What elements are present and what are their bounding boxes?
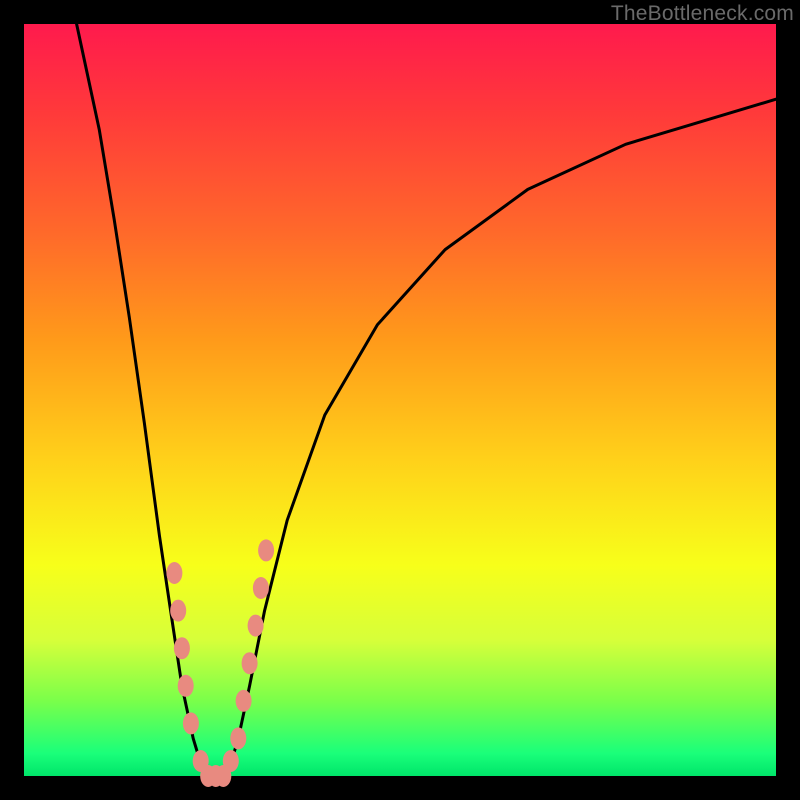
plot-area xyxy=(24,24,776,776)
curve-right-branch xyxy=(227,99,776,776)
chart-svg xyxy=(24,24,776,776)
sample-dot xyxy=(223,750,239,772)
sample-dot xyxy=(253,577,269,599)
sample-dot xyxy=(178,675,194,697)
sample-dot xyxy=(248,615,264,637)
sample-dot xyxy=(230,727,246,749)
curve-left-branch xyxy=(77,24,205,776)
chart-frame: TheBottleneck.com xyxy=(0,0,800,800)
sample-dot xyxy=(258,539,274,561)
dot-group xyxy=(166,539,274,787)
sample-dot xyxy=(174,637,190,659)
sample-dot xyxy=(183,712,199,734)
sample-dot xyxy=(242,652,258,674)
sample-dot xyxy=(170,600,186,622)
sample-dot xyxy=(166,562,182,584)
sample-dot xyxy=(236,690,252,712)
watermark-text: TheBottleneck.com xyxy=(611,2,794,26)
curve-group xyxy=(77,24,776,776)
